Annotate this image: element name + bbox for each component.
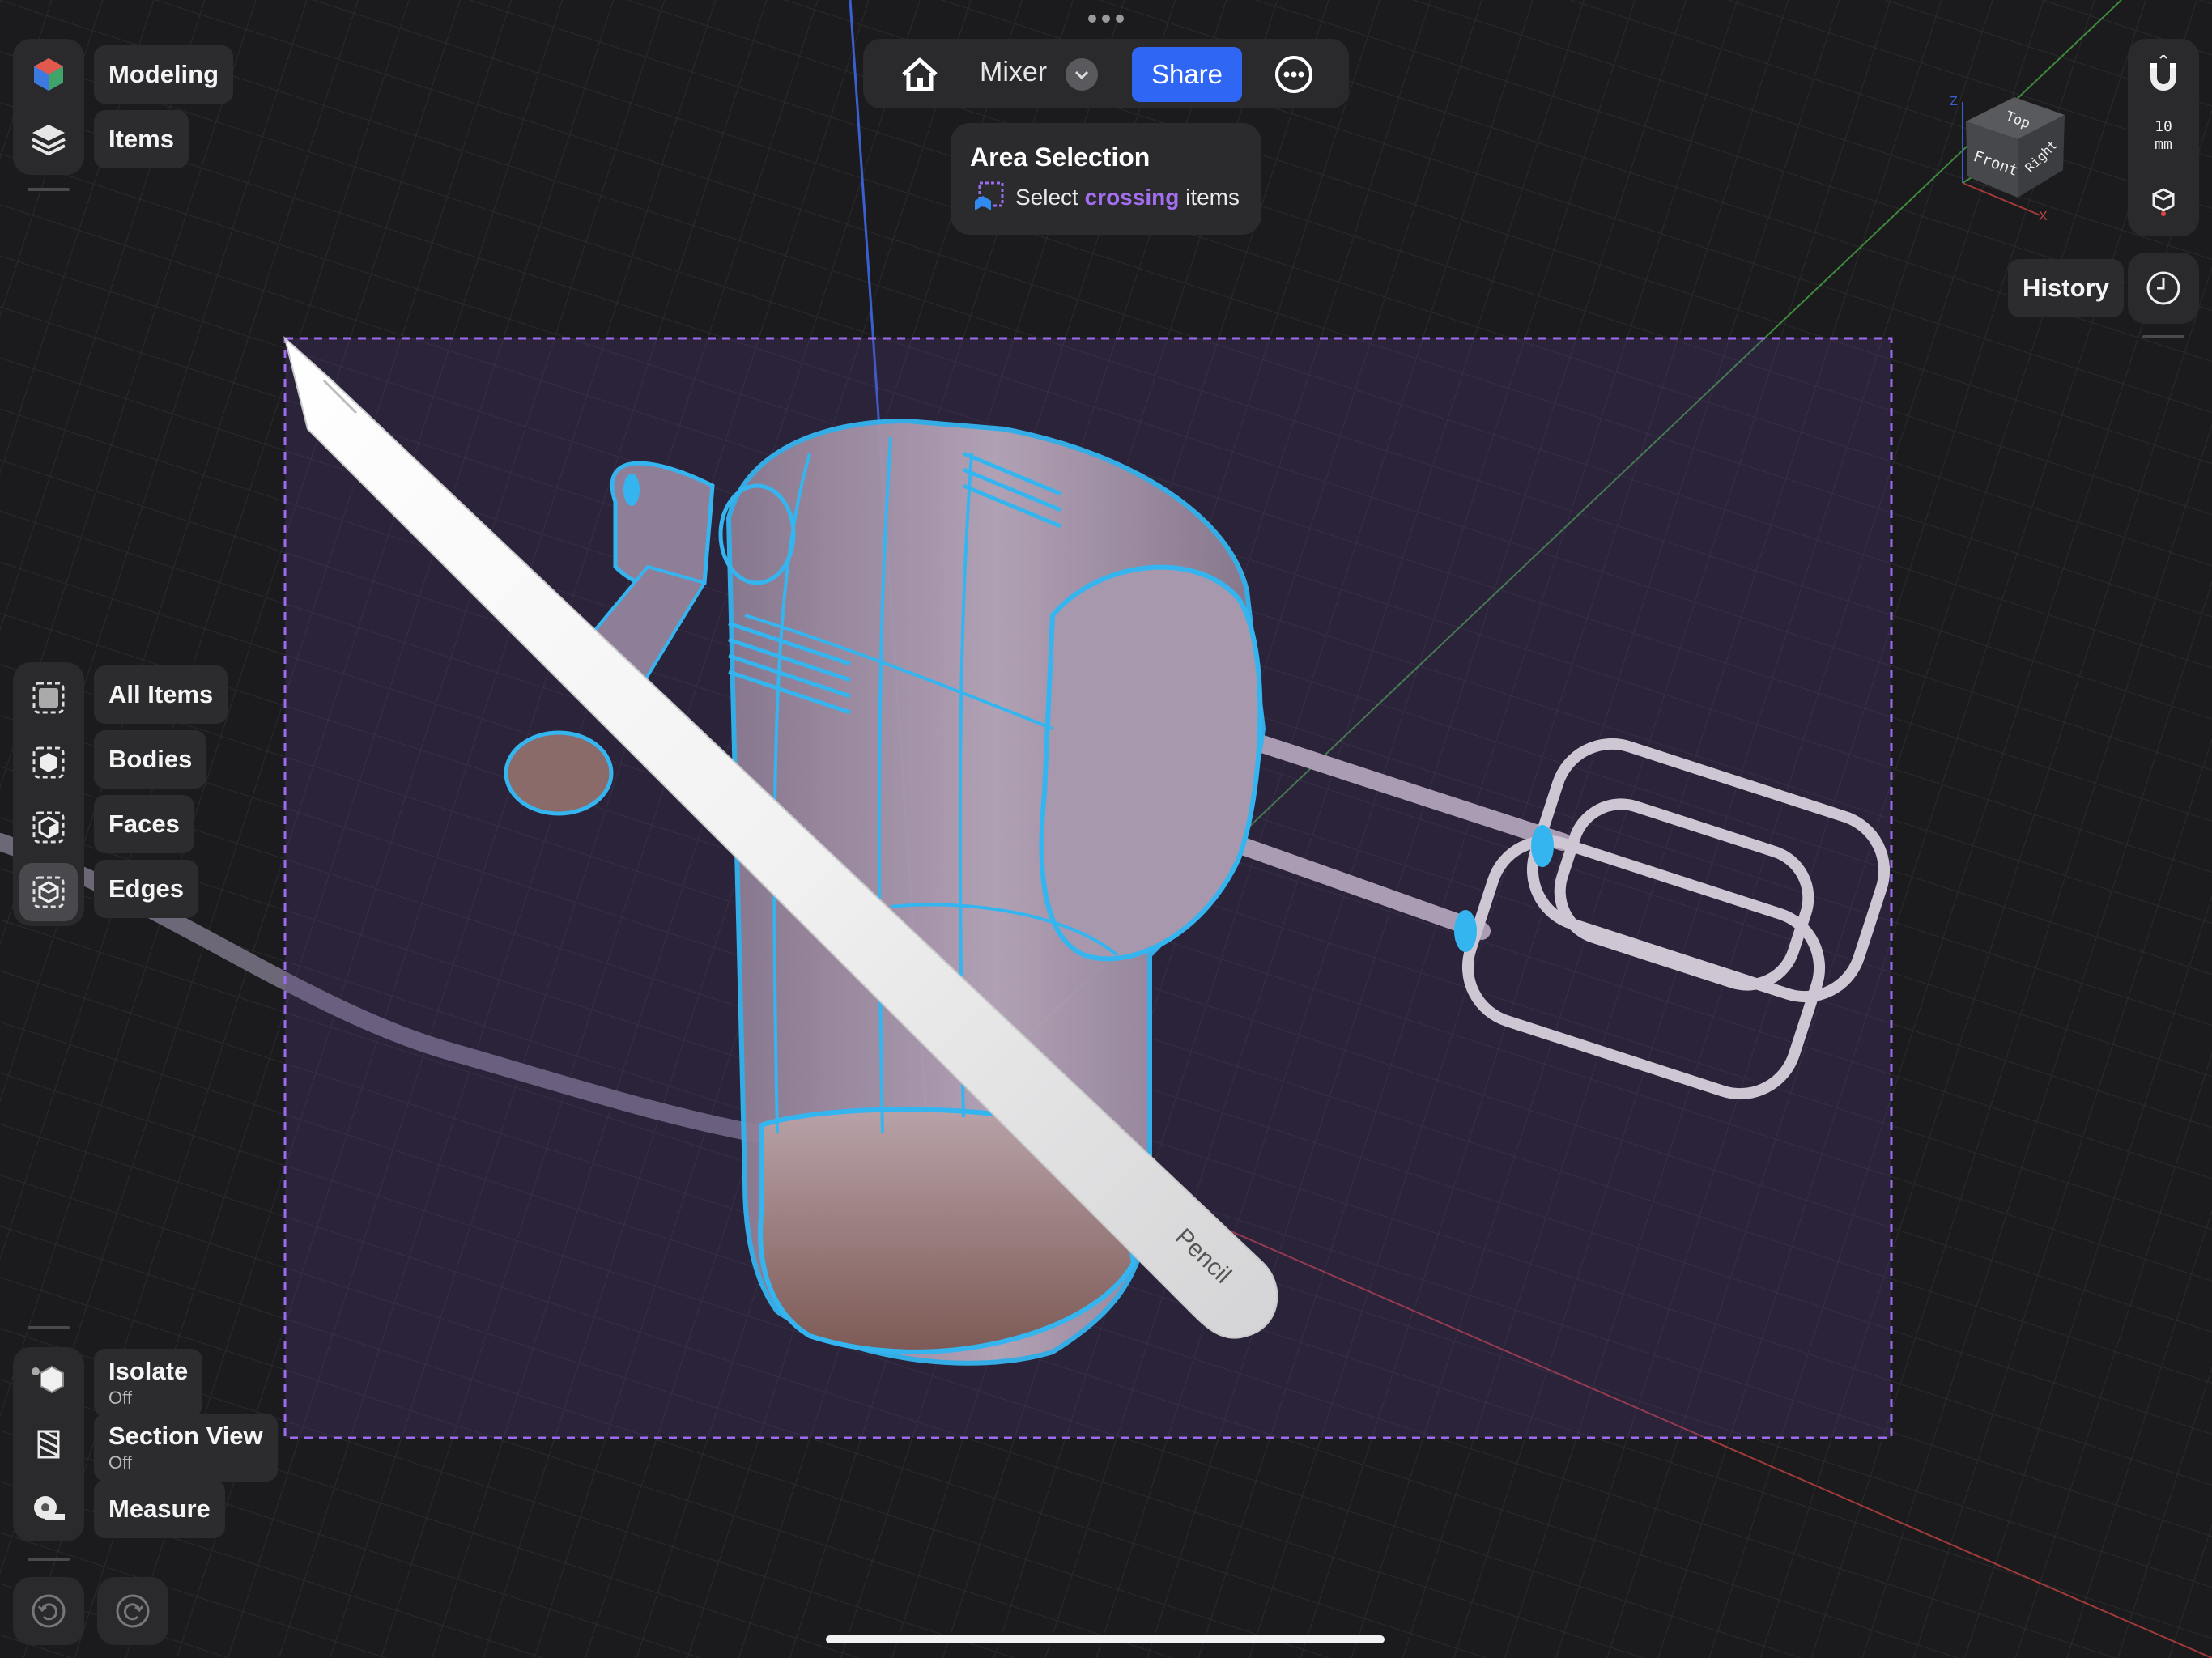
tooltip-description: Select crossing items: [1015, 185, 1240, 210]
axis-z-label: Z: [1950, 95, 1958, 108]
area-selection-tooltip: Area Selection Select crossing items: [951, 123, 1261, 235]
snap-button[interactable]: [2134, 45, 2193, 104]
clock-icon: [2146, 271, 2180, 305]
section-view-label: Section View: [108, 1422, 263, 1450]
home-indicator[interactable]: [826, 1635, 1385, 1643]
isolate-state: Off: [108, 1388, 132, 1408]
isolate-icon: [32, 1365, 64, 1394]
area-select-icon: [975, 181, 1004, 210]
tooltip-suffix: items: [1185, 185, 1240, 210]
edges-filter-button[interactable]: [19, 863, 78, 921]
isolate-label: Isolate: [108, 1357, 189, 1385]
isolate-chip[interactable]: Isolate Off: [94, 1349, 203, 1417]
items-button[interactable]: [19, 110, 78, 168]
layers-icon: [32, 125, 66, 156]
measure-button[interactable]: [19, 1480, 78, 1538]
all-items-label[interactable]: All Items: [94, 665, 228, 724]
tools-panel: [13, 1347, 84, 1541]
tooltip-highlight: crossing: [1084, 185, 1180, 210]
workspace-button[interactable]: [19, 45, 78, 104]
magnet-icon: [2150, 55, 2176, 91]
workspace-panel: [13, 39, 84, 175]
home-button[interactable]: [897, 52, 942, 97]
all-items-icon: [32, 682, 65, 714]
document-name[interactable]: Mixer: [980, 57, 1047, 88]
grid-size-readout[interactable]: 10 mm: [2134, 118, 2193, 154]
items-label[interactable]: Items: [94, 110, 189, 168]
faces-filter-button[interactable]: [19, 798, 78, 857]
3d-viewport[interactable]: Pencil: [0, 0, 2212, 1658]
bodies-filter-button[interactable]: [19, 733, 78, 792]
snap-target-button[interactable]: [2134, 172, 2193, 230]
divider: [2142, 335, 2184, 338]
cube-snap-icon: [2152, 188, 2175, 216]
divider: [28, 188, 70, 191]
undo-button[interactable]: [13, 1577, 84, 1645]
tooltip-title: Area Selection: [970, 142, 1151, 172]
faces-icon: [32, 811, 65, 844]
divider: [28, 1326, 70, 1329]
redo-icon: [116, 1594, 150, 1628]
isolate-button[interactable]: [19, 1350, 78, 1409]
edges-icon: [32, 876, 65, 908]
section-view-state: Off: [108, 1452, 132, 1473]
section-view-button[interactable]: [19, 1415, 78, 1473]
divider: [28, 1558, 70, 1561]
workspace-label[interactable]: Modeling: [94, 45, 234, 104]
edges-label[interactable]: Edges: [94, 860, 199, 918]
tape-measure-icon: [34, 1496, 65, 1520]
history-label[interactable]: History: [2008, 259, 2124, 317]
selection-filter-panel: [13, 662, 84, 926]
document-toolbar: Mixer Share: [863, 39, 1349, 108]
redo-button[interactable]: [97, 1577, 168, 1645]
tooltip-prefix: Select: [1015, 185, 1078, 210]
home-icon: [902, 57, 938, 91]
multitask-handle[interactable]: [1088, 15, 1124, 24]
all-items-filter-button[interactable]: [19, 669, 78, 727]
undo-icon: [32, 1594, 66, 1628]
axis-x-label: X: [2039, 210, 2048, 223]
section-view-icon: [37, 1430, 60, 1459]
bodies-label[interactable]: Bodies: [94, 730, 207, 789]
grid-size-value: 10: [2155, 118, 2172, 135]
modeling-cube-icon: [34, 58, 63, 91]
document-menu-button[interactable]: [1066, 58, 1098, 91]
bodies-icon: [32, 746, 65, 779]
chevron-down-icon: [1074, 70, 1089, 80]
section-view-chip[interactable]: Section View Off: [94, 1414, 278, 1482]
snap-panel: 10 mm: [2128, 39, 2199, 236]
measure-label[interactable]: Measure: [94, 1480, 225, 1538]
more-options-icon: [1275, 56, 1312, 93]
more-button[interactable]: [1273, 53, 1315, 96]
grid-size-unit: mm: [2155, 136, 2172, 153]
faces-label[interactable]: Faces: [94, 795, 194, 853]
history-button[interactable]: [2128, 253, 2199, 324]
share-button[interactable]: Share: [1132, 47, 1242, 102]
view-cube[interactable]: Top Front Right Z X: [1943, 86, 2081, 232]
